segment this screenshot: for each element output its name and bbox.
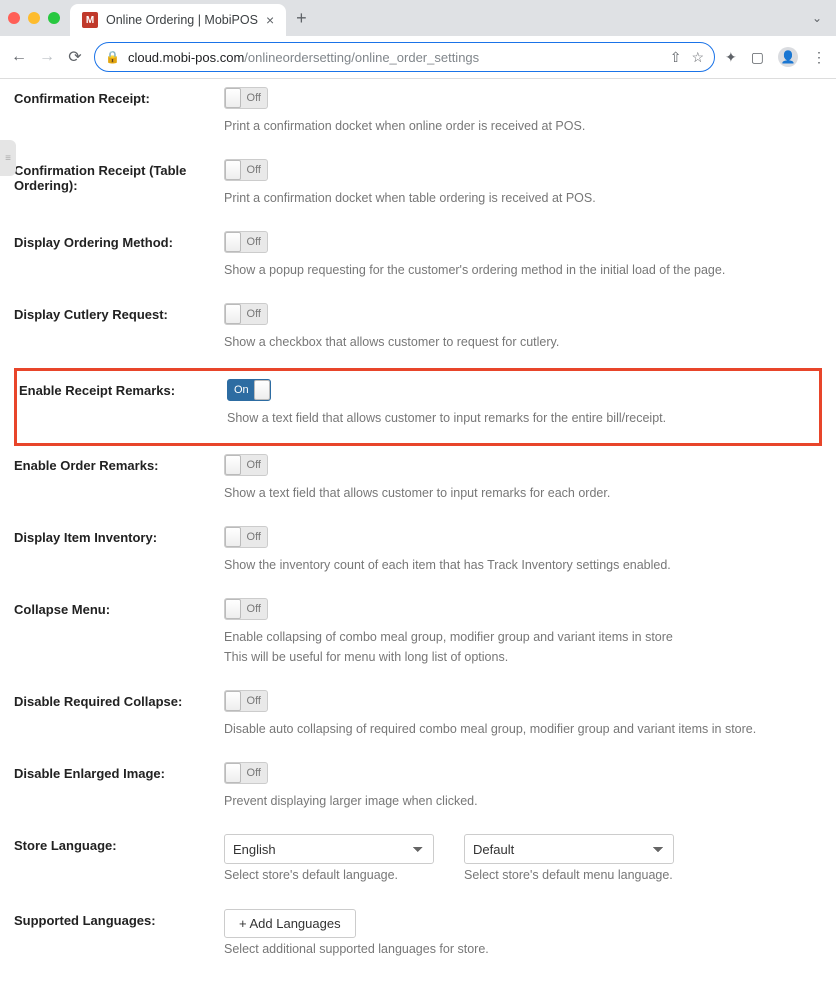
toggle-confirmation-receipt-table[interactable] (224, 159, 268, 181)
close-tab-icon[interactable]: × (266, 12, 274, 28)
label-enable-receipt-remarks: Enable Receipt Remarks: (17, 379, 227, 427)
window-controls (8, 12, 60, 24)
help-display-cutlery-request: Show a checkbox that allows customer to … (224, 333, 822, 351)
label-display-item-inventory: Display Item Inventory: (14, 526, 224, 574)
row-confirmation-receipt: Confirmation Receipt: Print a confirmati… (14, 79, 822, 151)
favicon-icon: M (82, 12, 98, 28)
label-confirmation-receipt: Confirmation Receipt: (14, 87, 224, 135)
label-confirmation-receipt-table: Confirmation Receipt (Table Ordering): (14, 159, 224, 207)
label-store-language: Store Language: (14, 834, 224, 884)
help-disable-required-collapse: Disable auto collapsing of required comb… (224, 720, 822, 738)
help-disable-enlarged-image: Prevent displaying larger image when cli… (224, 792, 822, 810)
help-collapse-menu-1: Enable collapsing of combo meal group, m… (224, 628, 822, 646)
help-enable-order-remarks: Show a text field that allows customer t… (224, 484, 822, 502)
minimize-window-icon[interactable] (28, 12, 40, 24)
help-supported-languages: Select additional supported languages fo… (224, 940, 822, 958)
help-display-ordering-method: Show a popup requesting for the customer… (224, 261, 822, 279)
sidebar-handle[interactable]: ≡ (0, 140, 16, 176)
tab-strip: M Online Ordering | MobiPOS × + ⌄ (0, 0, 836, 36)
row-supported-languages: Supported Languages: + Add Languages Sel… (14, 901, 822, 974)
browser-chrome: M Online Ordering | MobiPOS × + ⌄ ← → ⟳ … (0, 0, 836, 79)
tab-title: Online Ordering | MobiPOS (106, 13, 258, 27)
maximize-window-icon[interactable] (48, 12, 60, 24)
kebab-menu-icon[interactable]: ⋮ (812, 49, 826, 66)
row-display-cutlery-request: Display Cutlery Request: Show a checkbox… (14, 295, 822, 367)
toggle-confirmation-receipt[interactable] (224, 87, 268, 109)
forward-button[interactable]: → (38, 48, 56, 66)
toggle-enable-receipt-remarks[interactable] (227, 379, 271, 401)
select-menu-language[interactable]: Default (464, 834, 674, 864)
row-display-item-inventory: Display Item Inventory: Show the invento… (14, 518, 822, 590)
help-store-language-2: Select store's default menu language. (464, 866, 674, 884)
row-store-language: Store Language: English Select store's d… (14, 826, 822, 900)
row-enable-order-remarks: Enable Order Remarks: Show a text field … (14, 446, 822, 518)
url-host: cloud.mobi-pos.com (128, 50, 244, 65)
add-languages-button[interactable]: + Add Languages (224, 909, 356, 938)
row-disable-required-collapse: Disable Required Collapse: Disable auto … (14, 682, 822, 754)
help-confirmation-receipt-table: Print a confirmation docket when table o… (224, 189, 822, 207)
browser-tab[interactable]: M Online Ordering | MobiPOS × (70, 4, 286, 36)
toggle-disable-enlarged-image[interactable] (224, 762, 268, 784)
reading-list-icon[interactable]: ▢ (751, 49, 764, 66)
back-button[interactable]: ← (10, 48, 28, 66)
row-display-ordering-method: Display Ordering Method: Show a popup re… (14, 223, 822, 295)
star-icon[interactable]: ☆ (691, 49, 704, 66)
new-tab-button[interactable]: + (296, 8, 307, 29)
tabs-menu-icon[interactable]: ⌄ (812, 11, 822, 25)
row-disable-enlarged-image: Disable Enlarged Image: Prevent displayi… (14, 754, 822, 826)
toggle-display-ordering-method[interactable] (224, 231, 268, 253)
toggle-display-item-inventory[interactable] (224, 526, 268, 548)
close-window-icon[interactable] (8, 12, 20, 24)
settings-form: Confirmation Receipt: Print a confirmati… (0, 79, 836, 994)
row-enable-receipt-remarks: Enable Receipt Remarks: Show a text fiel… (14, 368, 822, 446)
toggle-disable-required-collapse[interactable] (224, 690, 268, 712)
reload-button[interactable]: ⟳ (66, 47, 84, 67)
label-display-cutlery-request: Display Cutlery Request: (14, 303, 224, 351)
help-display-item-inventory: Show the inventory count of each item th… (224, 556, 822, 574)
toggle-enable-order-remarks[interactable] (224, 454, 268, 476)
row-confirmation-receipt-table: Confirmation Receipt (Table Ordering): P… (14, 151, 822, 223)
toolbar: ← → ⟳ 🔒 cloud.mobi-pos.com/onlineorderse… (0, 36, 836, 78)
lock-icon: 🔒 (105, 50, 120, 64)
help-confirmation-receipt: Print a confirmation docket when online … (224, 117, 822, 135)
toggle-collapse-menu[interactable] (224, 598, 268, 620)
label-supported-languages: Supported Languages: (14, 909, 224, 958)
toggle-display-cutlery-request[interactable] (224, 303, 268, 325)
help-enable-receipt-remarks: Show a text field that allows customer t… (227, 409, 819, 427)
share-icon[interactable]: ⇧ (670, 49, 682, 66)
profile-avatar[interactable]: 👤 (778, 47, 798, 67)
url-path: /onlineordersetting/online_order_setting… (244, 50, 479, 65)
label-disable-enlarged-image: Disable Enlarged Image: (14, 762, 224, 810)
label-collapse-menu: Collapse Menu: (14, 598, 224, 666)
label-enable-order-remarks: Enable Order Remarks: (14, 454, 224, 502)
row-collapse-menu: Collapse Menu: Enable collapsing of comb… (14, 590, 822, 682)
label-display-ordering-method: Display Ordering Method: (14, 231, 224, 279)
help-collapse-menu-2: This will be useful for menu with long l… (224, 648, 822, 666)
select-store-language[interactable]: English (224, 834, 434, 864)
label-disable-required-collapse: Disable Required Collapse: (14, 690, 224, 738)
help-store-language-1: Select store's default language. (224, 866, 434, 884)
extensions-icon[interactable]: ✦ (725, 49, 737, 66)
address-bar[interactable]: 🔒 cloud.mobi-pos.com/onlineordersetting/… (94, 42, 715, 72)
